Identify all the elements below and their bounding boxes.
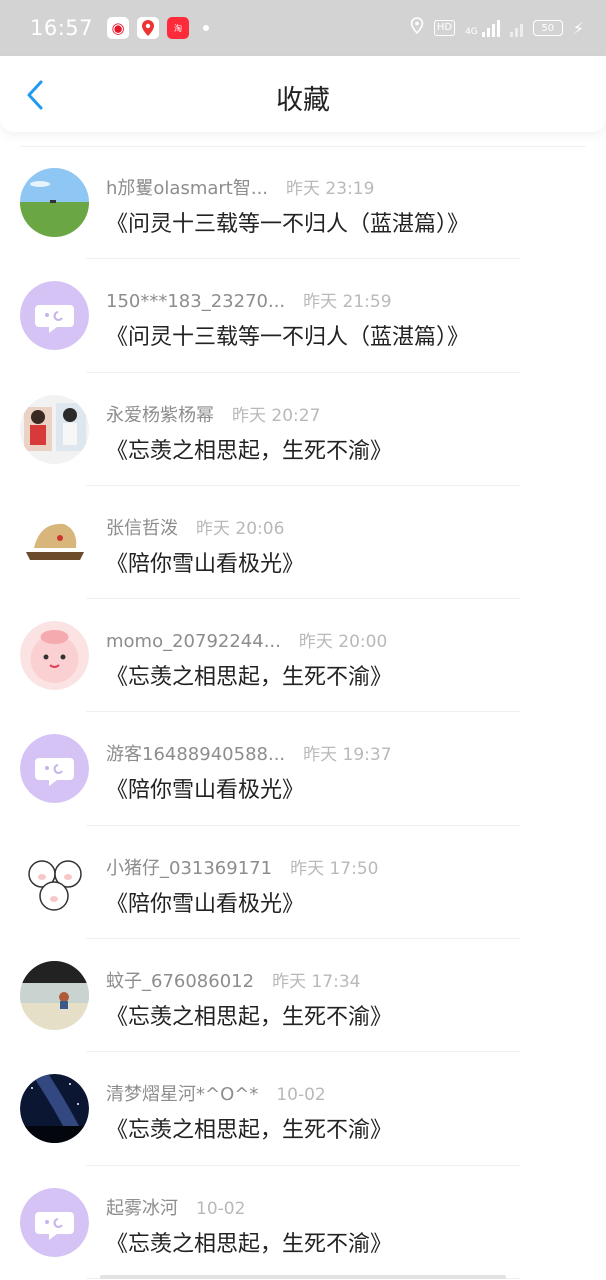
favorite-item[interactable]: 蚊子_676086012 昨天 17:34 《忘羡之相思起，生死不渝》 (0, 939, 606, 1053)
username[interactable]: 150***183_23270... (106, 291, 285, 312)
favorite-item[interactable]: 150***183_23270... 昨天 21:59 《问灵十三载等一不归人（蓝湛… (0, 259, 606, 373)
signal-2-icon (509, 19, 523, 37)
item-meta: 小猪仔_031369171 昨天 17:50 (106, 854, 378, 880)
item-meta: 张信哲泼 昨天 20:06 (106, 514, 284, 540)
story-title[interactable]: 《陪你雪山看极光》 (106, 772, 304, 804)
avatar[interactable] (20, 281, 89, 351)
item-meta: momo_20792244... 昨天 20:00 (106, 627, 387, 652)
map-pin-icon (137, 17, 160, 39)
timestamp: 昨天 20:00 (298, 632, 388, 653)
avatar[interactable] (20, 507, 89, 577)
status-bar: 16:57 ◉ 淘 HD 4G 50 ⚡ (0, 0, 606, 56)
timestamp: 昨天 17:50 (290, 858, 379, 879)
network-type: 4G (465, 27, 478, 37)
timestamp: 昨天 19:37 (303, 745, 392, 766)
favorite-item[interactable]: 起雾冰河 10-02 《忘羡之相思起，生死不渝》 (0, 1166, 606, 1279)
timestamp: 昨天 20:06 (196, 518, 285, 539)
username[interactable]: 清梦熠星河*^O^* (106, 1080, 258, 1106)
item-meta: 游客16488940588... 昨天 19:37 (106, 740, 392, 766)
story-title[interactable]: 《忘羡之相思起，生死不渝》 (106, 659, 392, 691)
status-indicators: HD 4G 50 ⚡ (410, 17, 584, 39)
item-meta: 永爱杨紫杨幂 昨天 20:27 (106, 401, 320, 427)
location-icon (410, 17, 424, 39)
username[interactable]: 张信哲泼 (106, 514, 178, 540)
favorite-item[interactable]: momo_20792244... 昨天 20:00 《忘羡之相思起，生死不渝》 (0, 599, 606, 713)
story-title[interactable]: 《忘羡之相思起，生死不渝》 (106, 999, 392, 1031)
home-indicator (100, 1275, 506, 1279)
story-title[interactable]: 《忘羡之相思起，生死不渝》 (106, 433, 392, 465)
username[interactable]: momo_20792244... (106, 631, 281, 652)
favorite-item[interactable]: 张信哲泼 昨天 20:06 《陪你雪山看极光》 (0, 486, 606, 600)
timestamp: 昨天 23:19 (286, 179, 375, 199)
favorite-item[interactable]: 清梦熠星河*^O^* 10-02 《忘羡之相思起，生死不渝》 (0, 1052, 606, 1166)
timestamp: 昨天 17:34 (272, 972, 361, 993)
app-header: 收藏 (0, 56, 606, 132)
avatar[interactable] (20, 1074, 89, 1144)
item-meta: 150***183_23270... 昨天 21:59 (106, 287, 392, 312)
avatar[interactable] (20, 1187, 89, 1257)
status-app-icons: ◉ 淘 (107, 17, 210, 39)
favorites-list: h邡矍olasmart智... 昨天 23:19 《问灵十三载等一不归人（蓝湛篇）》… (0, 146, 606, 1279)
story-title[interactable]: 《问灵十三载等一不归人（蓝湛篇）》 (106, 319, 469, 351)
favorite-item[interactable]: h邡矍olasmart智... 昨天 23:19 《问灵十三载等一不归人（蓝湛篇）》 (0, 146, 606, 260)
weibo-icon: ◉ (107, 17, 130, 39)
story-title[interactable]: 《问灵十三载等一不归人（蓝湛篇）》 (106, 206, 469, 238)
username[interactable]: 永爱杨紫杨幂 (106, 401, 214, 427)
story-title[interactable]: 《陪你雪山看极光》 (106, 886, 304, 918)
username[interactable]: 蚊子_676086012 (106, 967, 254, 993)
timestamp: 10-02 (196, 1198, 246, 1219)
favorite-item[interactable]: 小猪仔_031369171 昨天 17:50 《陪你雪山看极光》 (0, 826, 606, 940)
favorite-item[interactable]: 永爱杨紫杨幂 昨天 20:27 《忘羡之相思起，生死不渝》 (0, 373, 606, 486)
item-meta: 蚊子_676086012 昨天 17:34 (106, 967, 360, 993)
avatar[interactable] (20, 168, 89, 237)
timestamp: 昨天 21:59 (303, 292, 392, 313)
avatar[interactable] (20, 621, 89, 691)
hd-icon: HD (433, 20, 456, 36)
item-meta: 清梦熠星河*^O^* 10-02 (106, 1080, 326, 1106)
story-title[interactable]: 《忘羡之相思起，生死不渝》 (106, 1226, 392, 1258)
item-meta: 起雾冰河 10-02 (106, 1194, 245, 1220)
status-time: 16:57 (30, 16, 94, 40)
signal-icon: 4G (465, 19, 500, 37)
avatar[interactable] (20, 394, 89, 464)
timestamp: 10-02 (276, 1085, 326, 1106)
story-title[interactable]: 《陪你雪山看极光》 (106, 546, 304, 578)
favorite-item[interactable]: 游客16488940588... 昨天 19:37 《陪你雪山看极光》 (0, 712, 606, 826)
battery-icon: 50 (532, 20, 563, 36)
page-title: 收藏 (276, 85, 330, 116)
avatar[interactable] (20, 847, 89, 917)
timestamp: 昨天 20:27 (232, 405, 321, 426)
avatar[interactable] (20, 734, 89, 804)
username[interactable]: 小猪仔_031369171 (106, 854, 272, 880)
story-title[interactable]: 《忘羡之相思起，生死不渝》 (106, 1112, 392, 1144)
item-meta: h邡矍olasmart智... 昨天 23:19 (106, 174, 374, 200)
username[interactable]: h邡矍olasmart智... (106, 174, 268, 200)
taobao-icon: 淘 (167, 17, 190, 39)
username[interactable]: 游客16488940588... (106, 740, 285, 766)
username[interactable]: 起雾冰河 (106, 1194, 178, 1220)
notification-dot-icon (203, 25, 210, 31)
charging-icon: ⚡ (572, 18, 584, 38)
avatar[interactable] (20, 961, 89, 1031)
battery-level: 50 (541, 22, 555, 34)
